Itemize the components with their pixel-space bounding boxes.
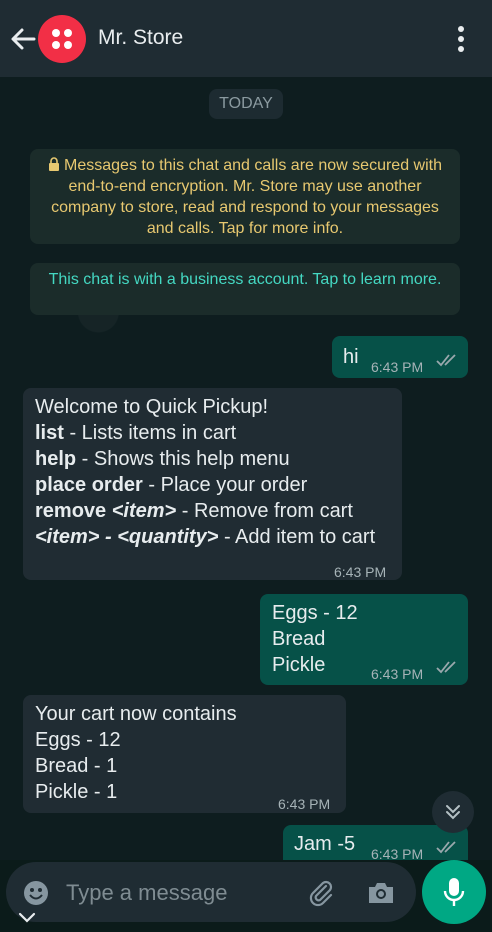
double-check-icon xyxy=(436,354,456,367)
more-options-icon[interactable] xyxy=(451,25,471,53)
message-time: 6:43 PM xyxy=(371,359,424,375)
message-time: 6:43 PM xyxy=(371,846,424,860)
lock-icon xyxy=(49,157,60,171)
message-text: Eggs - 12 xyxy=(35,729,121,751)
double-check-icon xyxy=(436,661,456,674)
command-line: remove <item> - Remove from cart xyxy=(35,500,353,522)
message-incoming[interactable]: Your cart now contains Eggs - 12 Bread -… xyxy=(23,695,346,813)
message-outgoing[interactable]: Eggs - 12 Bread Pickle 6:43 PM xyxy=(260,594,468,685)
message-text: Pickle xyxy=(272,654,326,676)
message-text: Bread xyxy=(272,628,326,650)
contact-name[interactable]: Mr. Store xyxy=(98,26,183,50)
message-outgoing[interactable]: hi 6:43 PM xyxy=(332,336,468,378)
message-time: 6:43 PM xyxy=(278,796,331,812)
composer xyxy=(6,862,416,922)
chat-header: Mr. Store xyxy=(0,0,492,77)
message-text: Welcome to Quick Pickup! xyxy=(35,396,269,418)
message-text: Jam -5 xyxy=(294,833,356,855)
chevron-down-icon[interactable] xyxy=(18,912,36,924)
double-chevron-down-icon xyxy=(446,805,460,820)
message-time: 6:43 PM xyxy=(334,564,387,580)
back-arrow-icon[interactable] xyxy=(8,24,38,54)
encryption-notice[interactable]: Messages to this chat and calls are now … xyxy=(30,149,460,244)
attach-icon[interactable] xyxy=(306,878,336,908)
message-incoming[interactable]: Welcome to Quick Pickup! list - Lists it… xyxy=(23,388,402,580)
command-line: place order - Place your order xyxy=(35,474,308,496)
message-outgoing[interactable]: Jam -5 6:43 PM xyxy=(283,825,468,860)
encryption-notice-text: Messages to this chat and calls are now … xyxy=(51,157,442,237)
message-input[interactable] xyxy=(64,876,298,910)
emoji-icon[interactable] xyxy=(22,879,50,907)
business-notice[interactable]: This chat is with a business account. Ta… xyxy=(30,263,460,315)
message-text: hi xyxy=(343,346,359,368)
camera-icon[interactable] xyxy=(366,879,396,907)
message-text: Eggs - 12 xyxy=(272,602,358,624)
message-text: Bread - 1 xyxy=(35,755,118,777)
voice-message-button[interactable] xyxy=(422,860,486,924)
message-list[interactable]: TODAY Messages to this chat and calls ar… xyxy=(0,77,492,860)
message-time: 6:43 PM xyxy=(371,666,424,682)
command-line: help - Shows this help menu xyxy=(35,448,290,470)
double-check-icon xyxy=(436,841,456,854)
message-text: Your cart now contains xyxy=(35,703,237,725)
command-line: list - Lists items in cart xyxy=(35,422,237,444)
command-line: <item> - <quantity> - Add item to cart xyxy=(35,526,376,548)
date-chip: TODAY xyxy=(209,89,283,119)
contact-avatar[interactable] xyxy=(38,15,86,63)
scroll-to-bottom-button[interactable] xyxy=(432,791,474,833)
microphone-icon xyxy=(443,878,465,906)
